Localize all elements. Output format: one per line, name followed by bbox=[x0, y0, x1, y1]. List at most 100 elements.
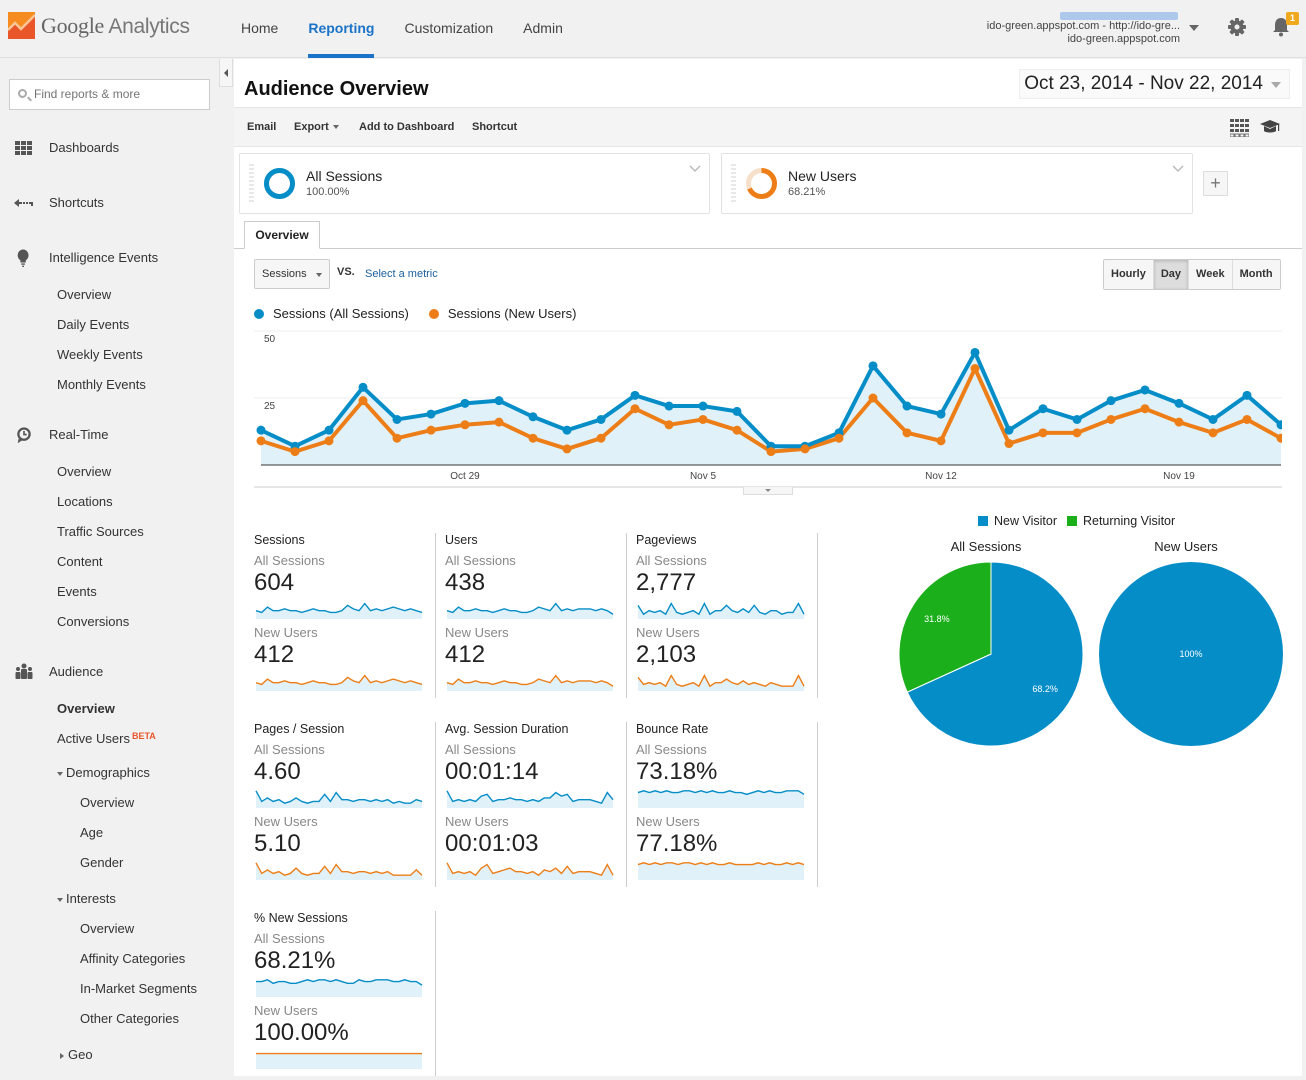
data-point[interactable] bbox=[868, 393, 878, 403]
sessions-line-chart[interactable]: 25 50 Oct 29 Nov 5 Nov 12 Nov 19 bbox=[254, 327, 1282, 489]
data-point[interactable] bbox=[528, 433, 538, 443]
data-point[interactable] bbox=[460, 420, 470, 430]
data-point[interactable] bbox=[290, 447, 300, 457]
sidebar-item-shortcuts[interactable]: Shortcuts bbox=[0, 193, 218, 213]
data-point[interactable] bbox=[1106, 414, 1116, 424]
add-to-dashboard-button[interactable]: Add to Dashboard bbox=[359, 121, 454, 133]
data-point[interactable] bbox=[562, 425, 572, 435]
sidebar-realtime-conversions[interactable]: Conversions bbox=[57, 614, 129, 629]
data-point[interactable] bbox=[494, 396, 504, 406]
sidebar-realtime-traffic-sources[interactable]: Traffic Sources bbox=[57, 524, 144, 539]
google-analytics-logo[interactable]: Google Analytics bbox=[8, 12, 190, 39]
scorecard-bounce-rate[interactable]: Bounce Rate All Sessions 73.18% New Users 77… bbox=[636, 722, 818, 887]
nav-customization[interactable]: Customization bbox=[404, 0, 493, 58]
nav-admin[interactable]: Admin bbox=[523, 0, 563, 58]
data-point[interactable] bbox=[1140, 404, 1150, 414]
segment-all-sessions[interactable]: All Sessions 100.00% bbox=[239, 153, 710, 214]
scorecard-pages-per-session[interactable]: Pages / Session All Sessions 4.60 New Users… bbox=[254, 722, 436, 887]
tab-overview[interactable]: Overview bbox=[244, 221, 320, 249]
data-point[interactable] bbox=[426, 409, 436, 419]
find-reports-search[interactable] bbox=[9, 79, 210, 110]
sidebar-active-users[interactable]: Active Users BETA bbox=[57, 731, 156, 746]
data-point[interactable] bbox=[1208, 414, 1218, 424]
sidebar-interests-overview[interactable]: Overview bbox=[80, 921, 134, 936]
customize-grid-icon[interactable] bbox=[1230, 119, 1249, 137]
data-point[interactable] bbox=[596, 414, 606, 424]
sidebar-geo[interactable]: Geo bbox=[60, 1047, 93, 1062]
data-point[interactable] bbox=[1208, 428, 1218, 438]
data-point[interactable] bbox=[256, 436, 266, 446]
data-point[interactable] bbox=[970, 347, 980, 357]
data-point[interactable] bbox=[1174, 398, 1184, 408]
legend-item[interactable]: Sessions (All Sessions) bbox=[254, 306, 409, 321]
data-point[interactable] bbox=[970, 364, 980, 374]
data-point[interactable] bbox=[1242, 414, 1252, 424]
data-point[interactable] bbox=[1072, 428, 1082, 438]
data-point[interactable] bbox=[936, 409, 946, 419]
sidebar-other-categories[interactable]: Other Categories bbox=[80, 1011, 179, 1026]
data-point[interactable] bbox=[936, 436, 946, 446]
segment-new-users[interactable]: New Users 68.21% bbox=[721, 153, 1193, 214]
account-selector[interactable]: ido-green.appspot.com - http://ido-gre..… bbox=[987, 20, 1180, 46]
select-a-metric-link[interactable]: Select a metric bbox=[365, 268, 438, 280]
data-point[interactable] bbox=[766, 447, 776, 457]
sidebar-item-dashboards[interactable]: Dashboards bbox=[0, 138, 218, 158]
data-point[interactable] bbox=[426, 425, 436, 435]
data-point[interactable] bbox=[1174, 417, 1184, 427]
sidebar-interests[interactable]: Interests bbox=[57, 891, 116, 906]
scorecard-avg-session-duration[interactable]: Avg. Session Duration All Sessions 00:01:1… bbox=[445, 722, 627, 887]
data-point[interactable] bbox=[698, 401, 708, 411]
add-segment-button[interactable]: + bbox=[1203, 171, 1228, 196]
data-point[interactable] bbox=[256, 425, 266, 435]
sidebar-demographics-age[interactable]: Age bbox=[80, 825, 103, 840]
scorecard-users[interactable]: Users All Sessions 438 New Users 412 bbox=[445, 533, 627, 698]
expand-chart-handle[interactable] bbox=[743, 487, 793, 495]
nav-home[interactable]: Home bbox=[241, 0, 278, 58]
sidebar-demographics-overview[interactable]: Overview bbox=[80, 795, 134, 810]
data-point[interactable] bbox=[528, 412, 538, 422]
data-point[interactable] bbox=[1242, 390, 1252, 400]
sidebar-weekly-events[interactable]: Weekly Events bbox=[57, 347, 143, 362]
data-point[interactable] bbox=[902, 401, 912, 411]
find-reports-input[interactable] bbox=[34, 87, 204, 101]
scorecard-pct-new-sessions[interactable]: % New Sessions All Sessions 68.21% New User… bbox=[254, 911, 436, 1076]
sidebar-audience-overview[interactable]: Overview bbox=[57, 701, 115, 716]
data-point[interactable] bbox=[1072, 414, 1082, 424]
sidebar-realtime-overview[interactable]: Overview bbox=[57, 464, 111, 479]
data-point[interactable] bbox=[834, 433, 844, 443]
granularity-day[interactable]: Day bbox=[1152, 260, 1189, 289]
sidebar-item-real-time[interactable]: Real-Time bbox=[0, 425, 218, 445]
sidebar-daily-events[interactable]: Daily Events bbox=[57, 317, 129, 332]
data-point[interactable] bbox=[630, 404, 640, 414]
sidebar-demographics[interactable]: Demographics bbox=[57, 765, 150, 780]
account-dropdown-caret-icon[interactable] bbox=[1189, 25, 1199, 31]
drag-handle[interactable] bbox=[731, 164, 736, 204]
data-point[interactable] bbox=[494, 417, 504, 427]
granularity-week[interactable]: Week bbox=[1188, 260, 1232, 289]
data-point[interactable] bbox=[902, 428, 912, 438]
data-point[interactable] bbox=[1038, 428, 1048, 438]
data-point[interactable] bbox=[1004, 425, 1014, 435]
email-button[interactable]: Email bbox=[247, 121, 276, 133]
sidebar-realtime-locations[interactable]: Locations bbox=[57, 494, 113, 509]
sidebar-realtime-content[interactable]: Content bbox=[57, 554, 103, 569]
data-point[interactable] bbox=[1004, 439, 1014, 449]
metric-select[interactable]: Sessions bbox=[254, 259, 330, 289]
sidebar-demographics-gender[interactable]: Gender bbox=[80, 855, 123, 870]
legend-item[interactable]: Sessions (New Users) bbox=[428, 306, 576, 321]
shortcut-button[interactable]: Shortcut bbox=[472, 121, 517, 133]
gear-icon[interactable] bbox=[1228, 18, 1246, 36]
data-point[interactable] bbox=[392, 414, 402, 424]
data-point[interactable] bbox=[358, 382, 368, 392]
collapse-sidebar-button[interactable] bbox=[219, 59, 233, 87]
scorecard-pageviews[interactable]: Pageviews All Sessions 2,777 New Users 2,103 bbox=[636, 533, 818, 698]
sidebar-item-intelligence-events[interactable]: Intelligence Events bbox=[0, 248, 218, 268]
data-point[interactable] bbox=[324, 425, 334, 435]
granularity-hourly[interactable]: Hourly bbox=[1104, 260, 1153, 289]
data-point[interactable] bbox=[732, 406, 742, 416]
data-point[interactable] bbox=[868, 361, 878, 371]
sidebar-intelligence-overview[interactable]: Overview bbox=[57, 287, 111, 302]
drag-handle[interactable] bbox=[249, 164, 254, 204]
data-point[interactable] bbox=[358, 396, 368, 406]
data-point[interactable] bbox=[460, 398, 470, 408]
